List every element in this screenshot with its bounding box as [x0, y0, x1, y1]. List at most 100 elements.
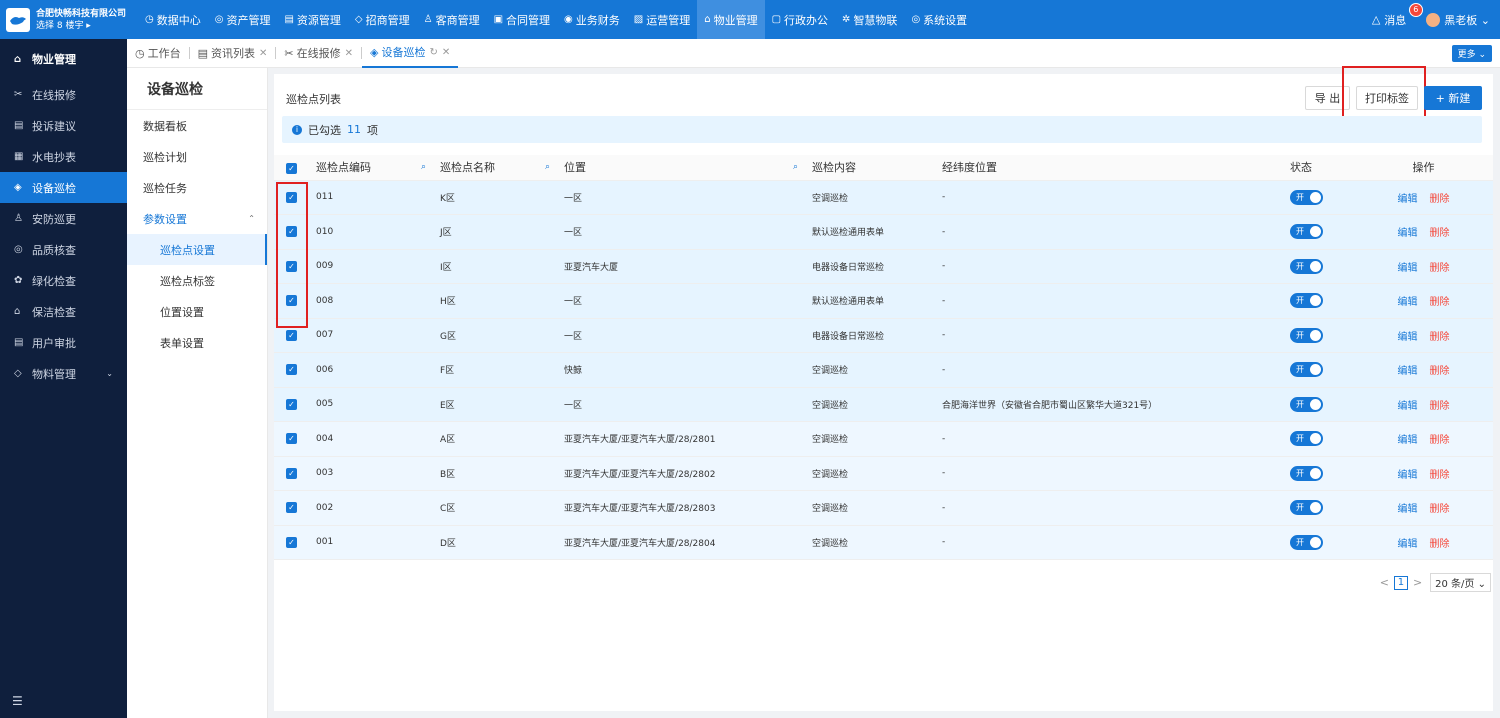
row-checkbox[interactable]: ✓ — [274, 456, 310, 491]
topnav-settings[interactable]: ◎ 系统设置 — [904, 0, 974, 39]
submenu-point-labels[interactable]: 巡检点标签 — [127, 265, 267, 296]
topnav-property[interactable]: ⌂ 物业管理 — [697, 0, 765, 39]
table-row[interactable]: ✓ 009 I区 亚夏汽车大厦 电器设备日常巡检 - 开编辑 删除 — [274, 249, 1493, 284]
status-toggle[interactable]: 开 — [1290, 396, 1323, 412]
more-tabs-button[interactable]: 更多 ⌄ — [1451, 45, 1492, 62]
row-checkbox[interactable]: ✓ — [274, 352, 310, 388]
sidebar-item-patrol[interactable]: ♙ 安防巡更 — [0, 203, 127, 234]
edit-link[interactable]: 编辑 — [1398, 297, 1418, 308]
delete-link[interactable]: 删除 — [1430, 297, 1450, 308]
status-toggle[interactable]: 开 — [1290, 431, 1323, 447]
status-toggle[interactable]: 开 — [1290, 534, 1323, 550]
sidebar-item-repair[interactable]: ✂ 在线报修 — [0, 79, 127, 110]
delete-link[interactable]: 删除 — [1430, 194, 1450, 205]
delete-link[interactable]: 删除 — [1430, 263, 1450, 274]
close-icon[interactable]: ✕ — [259, 48, 267, 59]
submenu-plan[interactable]: 巡检计划 — [127, 141, 267, 172]
topnav-data-center[interactable]: ◷ 数据中心 — [138, 0, 208, 39]
status-toggle[interactable]: 开 — [1290, 293, 1323, 309]
submenu-location-settings[interactable]: 位置设置 — [127, 296, 267, 327]
table-row[interactable]: ✓ 007 G区 一区 电器设备日常巡检 - 开 编辑 删除 — [274, 318, 1493, 353]
next-page-button[interactable]: > — [1413, 576, 1422, 589]
sidebar-item-cleaning[interactable]: ⌂ 保洁检查 — [0, 296, 127, 327]
sidebar-item-greening[interactable]: ✿ 绿化检查 — [0, 265, 127, 296]
sidebar-item-quality[interactable]: ◎ 品质核查 — [0, 234, 127, 265]
submenu-point-settings[interactable]: 巡检点设置 — [127, 234, 267, 265]
tab-inspection[interactable]: ◈ 设备巡检 ↻ ✕ — [362, 38, 459, 68]
sidebar-title[interactable]: ⌂ 物业管理 — [0, 39, 127, 79]
sidebar-item-materials[interactable]: ◇ 物料管理 ⌄ — [0, 358, 127, 389]
edit-link[interactable]: 编辑 — [1398, 539, 1418, 550]
row-checkbox[interactable]: ✓ — [274, 525, 310, 560]
row-checkbox[interactable]: ✓ — [274, 387, 310, 422]
sidebar-item-meter[interactable]: ▦ 水电抄表 — [0, 141, 127, 172]
status-toggle[interactable]: 开 — [1290, 258, 1323, 274]
delete-link[interactable]: 删除 — [1430, 470, 1450, 481]
delete-link[interactable]: 删除 — [1430, 332, 1450, 343]
close-icon[interactable]: ✕ — [345, 48, 353, 59]
table-row[interactable]: ✓ 002 C区 亚夏汽车大厦/亚夏汽车大厦/28/2803 空调巡检 - 开 编辑 删除 — [274, 490, 1493, 526]
status-toggle[interactable]: 开 — [1290, 224, 1323, 240]
submenu-form-settings[interactable]: 表单设置 — [127, 327, 267, 358]
collapse-menu-icon[interactable]: ☰ — [12, 694, 23, 708]
table-row[interactable]: ✓ 006 F区 快鲸 空调巡检 - 开 编辑 删除 — [274, 352, 1493, 388]
row-checkbox[interactable]: ✓ — [274, 490, 310, 526]
delete-link[interactable]: 删除 — [1430, 401, 1450, 412]
status-toggle[interactable]: 开 — [1290, 465, 1323, 481]
sidebar-item-inspection[interactable]: ◈ 设备巡检 — [0, 172, 127, 203]
sidebar-item-complaints[interactable]: ▤ 投诉建议 — [0, 110, 127, 141]
delete-link[interactable]: 删除 — [1430, 539, 1450, 550]
messages-button[interactable]: △ 消息 6 — [1372, 2, 1423, 28]
table-row[interactable]: ✓ 005 E区 一区 空调巡检 合肥海洋世界（安徽省合肥市蜀山区繁华大道321号） 开 编辑… — [274, 387, 1493, 422]
edit-link[interactable]: 编辑 — [1398, 332, 1418, 343]
table-row[interactable]: ✓ 010 J区 一区 默认巡检通用表单 - 开编辑 删除 — [274, 214, 1493, 250]
delete-link[interactable]: 删除 — [1430, 435, 1450, 446]
user-menu[interactable]: 黑老板 ⌄ — [1426, 12, 1490, 28]
submenu-params[interactable]: 参数设置 ⌃ — [127, 203, 267, 234]
edit-link[interactable]: 编辑 — [1398, 504, 1418, 515]
topnav-iot[interactable]: ✲ 智慧物联 — [835, 0, 904, 39]
edit-link[interactable]: 编辑 — [1398, 228, 1418, 239]
topnav-resources[interactable]: ▤ 资源管理 — [277, 0, 347, 39]
topnav-merchants[interactable]: ♙ 客商管理 — [417, 0, 487, 39]
delete-link[interactable]: 删除 — [1430, 504, 1450, 515]
topnav-assets[interactable]: ◎ 资产管理 — [208, 0, 278, 39]
prev-page-button[interactable]: < — [1380, 576, 1389, 589]
tab-workbench[interactable]: ◷ 工作台 — [127, 39, 189, 68]
edit-link[interactable]: 编辑 — [1398, 435, 1418, 446]
delete-link[interactable]: 删除 — [1430, 366, 1450, 377]
table-row[interactable]: ✓ 003 B区 亚夏汽车大厦/亚夏汽车大厦/28/2802 空调巡检 - 开 编辑 删除 — [274, 456, 1493, 491]
search-icon[interactable]: ⌕ — [793, 162, 798, 172]
topnav-investment[interactable]: ◇ 招商管理 — [348, 0, 417, 39]
edit-link[interactable]: 编辑 — [1398, 401, 1418, 412]
refresh-icon[interactable]: ↻ — [429, 47, 437, 58]
table-row[interactable]: ✓ 008 H区 一区 默认巡检通用表单 - 开编辑 删除 — [274, 283, 1493, 319]
submenu-task[interactable]: 巡检任务 — [127, 172, 267, 203]
delete-link[interactable]: 删除 — [1430, 228, 1450, 239]
submenu-dashboard[interactable]: 数据看板 — [127, 110, 267, 141]
tab-repair[interactable]: ✂ 在线报修 ✕ — [276, 39, 361, 68]
topnav-contracts[interactable]: ▣ 合同管理 — [487, 0, 557, 39]
new-button[interactable]: + 新建 — [1424, 86, 1482, 110]
status-toggle[interactable]: 开 — [1290, 362, 1323, 378]
page-size-select[interactable]: 20 条/页 ⌄ — [1430, 573, 1491, 592]
table-row[interactable]: ✓ 011 K区 一区 空调巡检 - 开编辑 删除 — [274, 180, 1493, 215]
brand[interactable]: 合肥快畅科技有限公司 选择 8 楼宇 ▸ — [0, 0, 138, 39]
topnav-operations[interactable]: ▨ 运营管理 — [627, 0, 697, 39]
edit-link[interactable]: 编辑 — [1398, 263, 1418, 274]
row-checkbox[interactable]: ✓ — [274, 421, 310, 457]
sidebar-item-approval[interactable]: ▤ 用户审批 — [0, 327, 127, 358]
topnav-office[interactable]: ▢ 行政办公 — [765, 0, 835, 39]
status-toggle[interactable]: 开 — [1290, 327, 1323, 343]
edit-link[interactable]: 编辑 — [1398, 366, 1418, 377]
status-toggle[interactable]: 开 — [1290, 500, 1323, 516]
search-icon[interactable]: ⌕ — [545, 162, 550, 172]
edit-link[interactable]: 编辑 — [1398, 194, 1418, 205]
page-number[interactable]: 1 — [1393, 575, 1408, 590]
topnav-finance[interactable]: ◉ 业务财务 — [557, 0, 627, 39]
close-icon[interactable]: ✕ — [442, 47, 450, 58]
select-all-checkbox[interactable]: ✓ — [274, 155, 310, 181]
table-row[interactable]: ✓ 004 A区 亚夏汽车大厦/亚夏汽车大厦/28/2801 空调巡检 - 开 编辑 删除 — [274, 421, 1493, 457]
table-row[interactable]: ✓ 001 D区 亚夏汽车大厦/亚夏汽车大厦/28/2804 空调巡检 - 开 编辑 删除 — [274, 525, 1493, 560]
search-icon[interactable]: ⌕ — [421, 162, 426, 172]
